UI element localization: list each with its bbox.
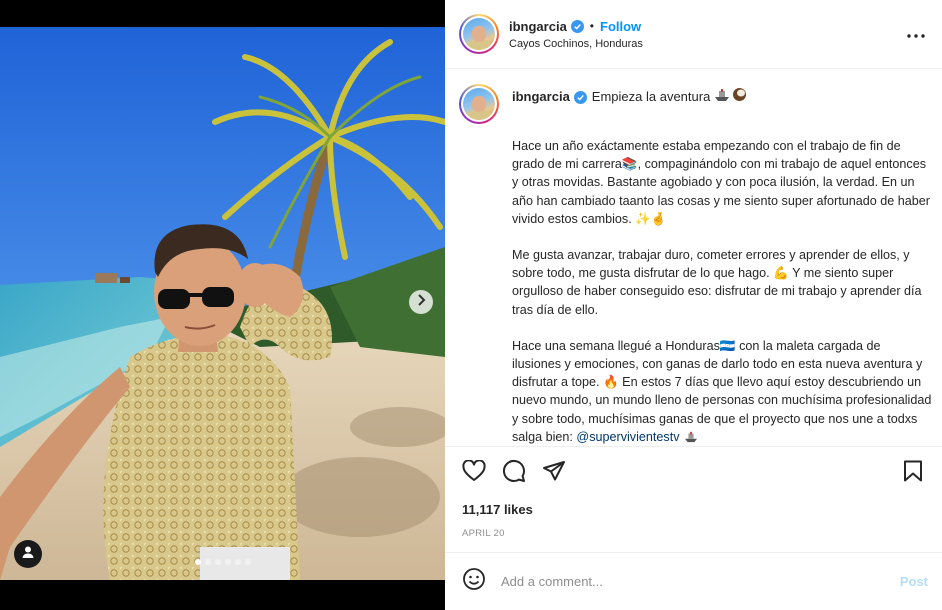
post-header: ibngarcia • Follow Cayos Cochinos, Hondu… <box>445 0 942 69</box>
likes-count[interactable]: 11,117 likes <box>462 502 533 517</box>
comment-bar: Post <box>445 552 942 610</box>
bookmark-icon <box>903 460 923 487</box>
post-side-panel: ibngarcia • Follow Cayos Cochinos, Hondu… <box>445 0 942 610</box>
coconut-icon <box>732 87 747 107</box>
like-button[interactable] <box>461 458 487 487</box>
carousel-dot <box>224 559 231 565</box>
caption-title: Empieza la aventura <box>591 89 711 104</box>
caption-avatar[interactable] <box>459 84 499 124</box>
chevron-right-icon <box>416 293 426 311</box>
share-icon <box>542 460 566 487</box>
carousel-dot <box>204 559 211 565</box>
more-options-button[interactable] <box>904 22 928 46</box>
comment-button[interactable] <box>501 459 527 488</box>
location-link[interactable]: Cayos Cochinos, Honduras <box>509 38 904 50</box>
emoji-icon <box>462 567 486 596</box>
caption-paragraph-last: Hace una semana llegué a Honduras🇭🇳 con … <box>512 337 932 446</box>
verified-badge-icon <box>570 19 584 33</box>
caption-paragraph-text: Hace una semana llegué a Honduras🇭🇳 con … <box>512 338 932 444</box>
save-button[interactable] <box>900 460 926 486</box>
heart-icon <box>462 458 486 487</box>
caption-area: ibngarcia Empieza la aventura Hace un añ… <box>445 70 942 446</box>
photo-pane <box>0 0 445 610</box>
carousel-dot <box>244 559 251 565</box>
avatar[interactable] <box>459 14 499 54</box>
username-link[interactable]: ibngarcia <box>509 19 567 34</box>
caption-paragraph: Me gusta avanzar, trabajar duro, cometer… <box>512 248 922 317</box>
carousel-indicator <box>0 559 445 565</box>
next-slide-button[interactable] <box>409 290 433 314</box>
emoji-button[interactable] <box>461 567 487 596</box>
carousel-dot <box>214 559 221 565</box>
separator-dot: • <box>589 19 594 33</box>
boat-icon <box>714 88 730 107</box>
boat-icon <box>683 430 699 446</box>
follow-button[interactable]: Follow <box>600 19 641 34</box>
share-button[interactable] <box>541 460 567 486</box>
comment-input[interactable] <box>501 574 900 589</box>
post-photo[interactable] <box>0 27 445 580</box>
carousel-dot <box>234 559 241 565</box>
caption-username[interactable]: ibngarcia <box>512 88 570 106</box>
carousel-dot <box>194 559 201 565</box>
verified-badge-icon <box>573 90 587 104</box>
more-options-icon <box>907 25 925 43</box>
post-comment-button[interactable]: Post <box>900 574 928 589</box>
post-date[interactable]: APRIL 20 <box>462 528 505 539</box>
comment-icon <box>502 459 526 488</box>
action-bar <box>445 446 942 499</box>
caption-body: Hace un año exáctamente estaba empezando… <box>512 137 932 446</box>
caption-paragraph: Hace un año exáctamente estaba empezando… <box>512 139 930 226</box>
mention-link[interactable]: @supervivientestv <box>576 430 679 444</box>
